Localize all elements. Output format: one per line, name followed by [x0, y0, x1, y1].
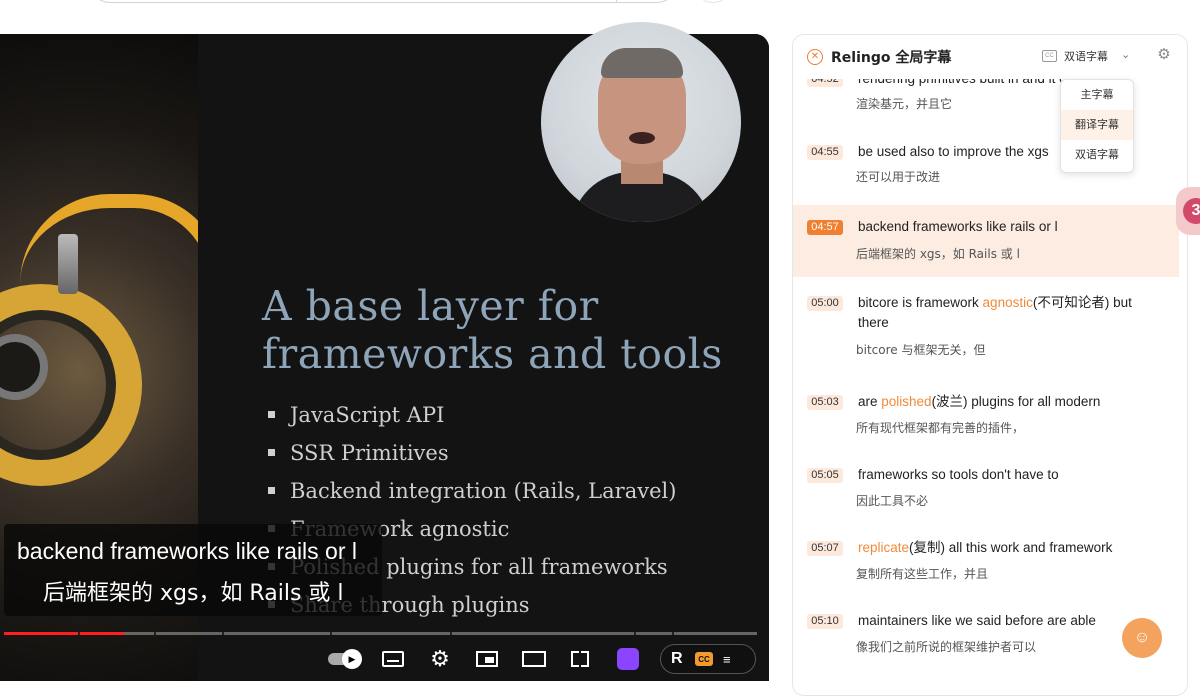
theater-box	[522, 651, 546, 667]
chapter-marker	[154, 632, 156, 635]
subtitle-timestamp[interactable]: 05:00	[807, 296, 843, 311]
close-icon[interactable]: ✕	[807, 49, 823, 65]
subtitle-item[interactable]: 05:07 replicate(复制) all this work and fra…	[793, 528, 1187, 588]
subtitle-timestamp[interactable]: 04:55	[807, 145, 843, 160]
autoplay-track: ▶	[328, 649, 362, 669]
subtitle-english: replicate(复制) all this work and framewor…	[858, 538, 1158, 558]
subtitle-chinese: 渲染基元，并且它	[856, 97, 953, 111]
panel-header: ✕ Relingo 全局字幕 CC 双语字幕 ⌄ ⚙	[793, 35, 1187, 79]
subtitle-text-part: (波兰) plugins for all modern	[931, 394, 1101, 409]
subtitle-chinese: 像我们之前所说的框架维护者可以	[856, 640, 1037, 654]
subtitle-text-part: are	[858, 394, 882, 409]
autoplay-toggle[interactable]: ▶	[326, 648, 362, 670]
miniplayer-icon[interactable]	[474, 648, 500, 670]
subtitle-english: bitcore is framework agnostic(不可知论者) but…	[858, 293, 1158, 333]
slide-title-line1: A base layer for	[262, 282, 599, 330]
dropdown-option[interactable]: 翻译字幕	[1061, 110, 1133, 140]
highlighted-word[interactable]: polished	[881, 394, 931, 409]
subtitle-mode-dropdown: 主字幕 翻译字幕 双语字幕	[1060, 79, 1134, 173]
fullscreen-corner	[581, 651, 589, 659]
player-controls: ▶ ⚙	[0, 640, 769, 681]
slide-title: A base layer for frameworks and tools	[262, 282, 723, 378]
relingo-list-icon[interactable]: ≡	[723, 652, 731, 667]
subtitles-box	[382, 651, 404, 667]
subtitle-english: maintainers like we said before are able	[858, 613, 1096, 628]
progress-played	[4, 632, 125, 635]
fullscreen-corner	[571, 651, 579, 659]
play-icon: ▶	[342, 649, 362, 669]
subtitle-mode-select[interactable]: 双语字幕	[1064, 48, 1108, 64]
subtitle-item[interactable]: 05:03 are polished(波兰) plugins for all mo…	[793, 382, 1187, 442]
relingo-cc-icon[interactable]: CC	[695, 652, 713, 666]
subtitle-timestamp[interactable]: 04:57	[807, 220, 843, 235]
slide-title-line2: frameworks and tools	[262, 330, 723, 378]
subtitle-chinese: 还可以用于改进	[856, 170, 941, 184]
highlighted-word[interactable]: agnostic	[983, 295, 1033, 310]
speaker-webcam	[541, 22, 741, 222]
theater-icon[interactable]	[521, 648, 547, 670]
search-input[interactable]	[90, 0, 677, 3]
chapter-marker	[450, 632, 452, 635]
subtitle-item[interactable]: 05:00 bitcore is framework agnostic(不可知论者…	[793, 289, 1187, 373]
slide-bullet: SSR Primitives	[268, 436, 676, 474]
side-tab-badge: 3	[1183, 198, 1200, 224]
subtitle-english: frameworks so tools don't have to	[858, 467, 1059, 482]
dropdown-option[interactable]: 主字幕	[1061, 80, 1133, 110]
progress-bar[interactable]	[4, 632, 757, 635]
chapter-marker	[330, 632, 332, 635]
cc-icon: CC	[1042, 50, 1057, 62]
speaker-mouth	[629, 132, 655, 144]
subtitle-chinese: 复制所有这些工作，并且	[856, 567, 989, 581]
fullscreen-corner	[581, 659, 589, 667]
chevron-down-icon[interactable]: ⌄	[1121, 48, 1130, 61]
extension-icon[interactable]	[615, 648, 641, 670]
miniplayer-box	[476, 651, 498, 667]
chat-bubble-icon[interactable]: ☺	[1122, 618, 1162, 658]
subtitle-timestamp[interactable]: 05:03	[807, 395, 843, 410]
fullscreen-icon[interactable]	[568, 648, 592, 670]
chapter-marker	[672, 632, 674, 635]
subtitle-text-part: bitcore is framework	[858, 295, 983, 310]
slide-bullet: Backend integration (Rails, Laravel)	[268, 474, 676, 512]
fullscreen-corner	[571, 659, 579, 667]
decor-bolt	[58, 234, 78, 294]
voice-search-button[interactable]	[696, 0, 730, 3]
subtitle-chinese: 后端框架的 xgs，如 Rails 或 l	[856, 247, 1020, 261]
caption-chinese: 后端框架的 xgs，如 Rails 或 l	[43, 581, 344, 606]
highlighted-word[interactable]: replicate	[858, 540, 909, 555]
search-divider	[616, 0, 617, 2]
subtitle-item[interactable]: 05:05 frameworks so tools don't have to 因此…	[793, 455, 1187, 515]
side-float-tab[interactable]: 3	[1176, 187, 1200, 235]
fullscreen-box	[571, 651, 589, 667]
subtitle-text-part: (复制) all this work and framework	[909, 540, 1113, 555]
subtitle-timestamp[interactable]: 05:05	[807, 468, 843, 483]
chapter-marker	[634, 632, 636, 635]
subtitle-english: backend frameworks like rails or l	[858, 219, 1058, 234]
speaker-hair	[601, 48, 683, 78]
subtitle-chinese: 所有现代框架都有完善的插件，	[856, 421, 1025, 435]
subtitle-english: are polished(波兰) plugins for all modern	[858, 392, 1158, 412]
chapter-marker	[222, 632, 224, 635]
subtitle-chinese: 因此工具不必	[856, 494, 929, 508]
slide-bullet: JavaScript API	[268, 398, 676, 436]
subtitle-item[interactable]: 04:57 backend frameworks like rails or l 后…	[793, 205, 1179, 277]
settings-icon[interactable]: ⚙	[1156, 47, 1172, 63]
subtitles-icon[interactable]	[380, 648, 406, 670]
relingo-player-pill[interactable]: R CC ≡	[660, 644, 756, 674]
subtitle-timestamp[interactable]: 05:07	[807, 541, 843, 556]
subtitle-chinese: bitcore 与框架无关，但	[856, 343, 986, 357]
caption-english: backend frameworks like rails or l	[17, 538, 358, 564]
subtitle-timestamp[interactable]: 05:10	[807, 614, 843, 629]
panel-title: Relingo 全局字幕	[831, 50, 952, 66]
gear-icon[interactable]: ⚙	[427, 646, 453, 671]
relingo-logo-icon[interactable]: R	[671, 651, 685, 667]
chapter-marker	[78, 632, 80, 635]
dropdown-option[interactable]: 双语字幕	[1061, 140, 1133, 170]
extension-logo	[617, 648, 639, 670]
